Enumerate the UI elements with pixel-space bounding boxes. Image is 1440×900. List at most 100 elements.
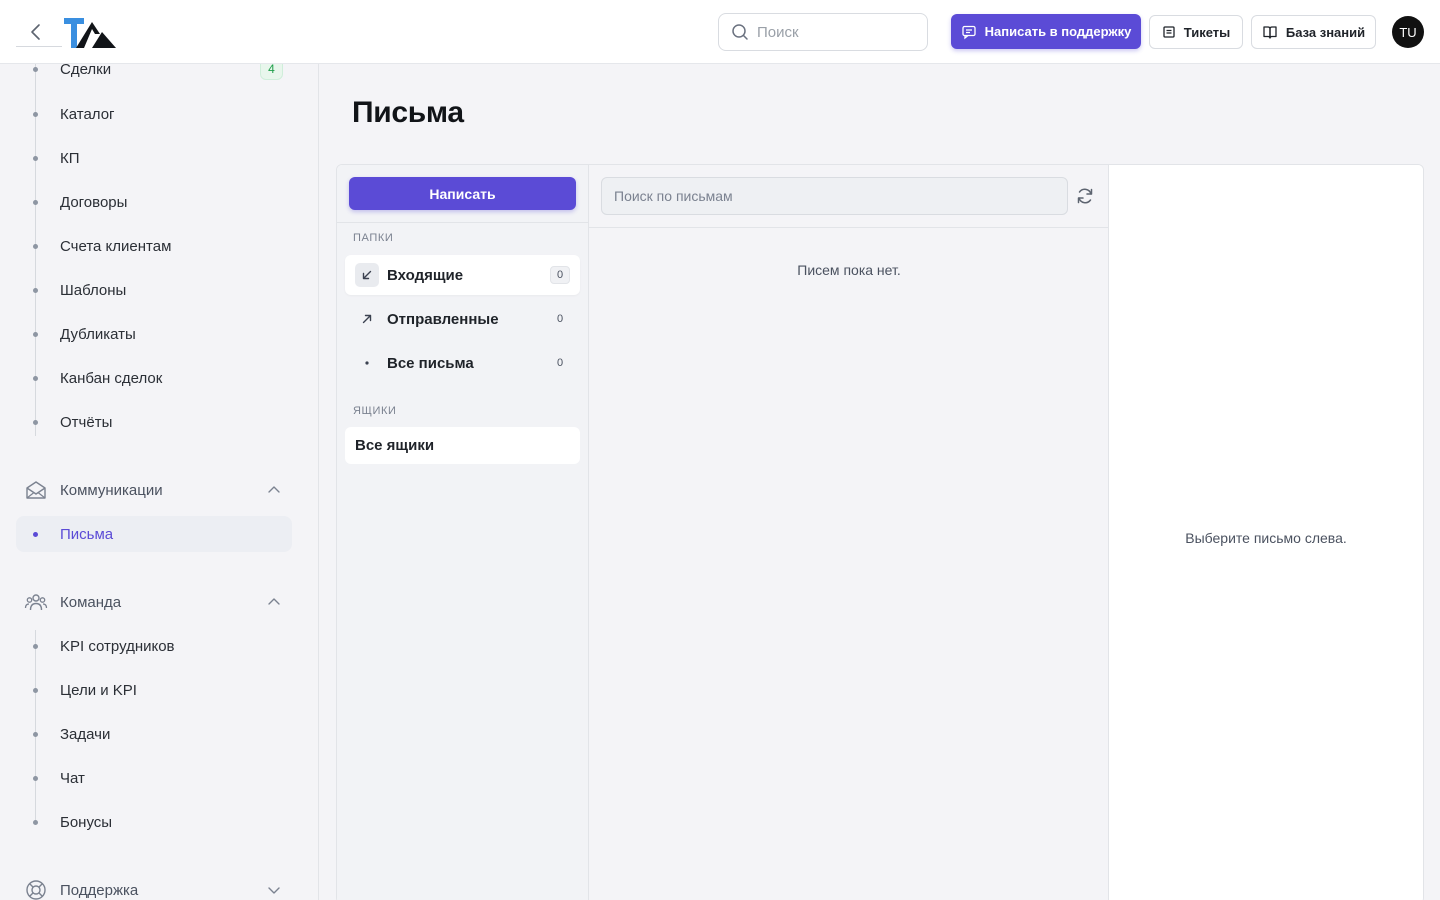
bullet-icon (33, 243, 38, 249)
bullet-icon (33, 687, 38, 693)
global-search[interactable] (718, 13, 928, 51)
sidebar-item-label: Чат (60, 769, 85, 787)
knowledge-base-label: База знаний (1285, 24, 1366, 40)
sidebar-item-letters[interactable]: Письма (16, 516, 292, 552)
company-logo[interactable] (62, 14, 118, 50)
sidebar-item-catalog[interactable]: Каталог (0, 96, 300, 132)
letters-list-column: Писем пока нет. (589, 165, 1109, 900)
search-input[interactable] (757, 23, 907, 41)
sidebar-item-label: Сделки (60, 64, 112, 78)
folder-label: Отправленные (387, 310, 499, 328)
book-icon (1263, 26, 1277, 39)
user-avatar[interactable]: TU (1392, 16, 1424, 48)
folders-section-label: ПАПКИ (353, 232, 394, 244)
arrow-up-right-icon (355, 307, 379, 331)
bullet-icon (33, 643, 38, 649)
sidebar-item-tasks[interactable]: Задачи (0, 716, 300, 752)
folder-count: 0 (550, 266, 570, 284)
sidebar-item-label: Канбан сделок (60, 369, 163, 387)
sidebar-item-kp[interactable]: КП (0, 140, 300, 176)
sidebar-item-bonuses[interactable]: Бонусы (0, 804, 300, 840)
write-to-support-button[interactable]: Написать в поддержку (951, 14, 1141, 49)
knowledge-base-button[interactable]: База знаний (1251, 15, 1376, 49)
sidebar-item-templates[interactable]: Шаблоны (0, 272, 300, 308)
sidebar-item-label: Шаблоны (60, 281, 127, 299)
folder-inbox[interactable]: Входящие 0 (345, 255, 580, 295)
count-badge: 4 (260, 64, 283, 80)
sidebar-group-label: Поддержка (60, 881, 139, 899)
search-icon (732, 24, 748, 40)
sidebar-item-label: Бонусы (60, 813, 113, 831)
folder-sent[interactable]: Отправленные 0 (345, 299, 580, 339)
letters-search-input[interactable] (614, 188, 1054, 204)
divider (589, 227, 1109, 228)
empty-preview-message: Выберите письмо слева. (1185, 530, 1347, 546)
divider (16, 46, 62, 47)
sidebar-item-label: Задачи (60, 725, 111, 743)
chevron-left-icon (31, 24, 40, 40)
sidebar-item-contracts[interactable]: Договоры (0, 184, 300, 220)
sidebar-group-label: Команда (60, 593, 122, 611)
sidebar-item-label: Счета клиентам (60, 237, 172, 255)
chevron-up-icon (268, 598, 280, 605)
sidebar-item-employee-kpi[interactable]: KPI сотрудников (0, 628, 300, 664)
sidebar-item-goals-kpi[interactable]: Цели и KPI (0, 672, 300, 708)
refresh-icon[interactable] (1075, 186, 1095, 206)
sidebar: Сделки 4 Каталог КП Договоры Счета клиен… (0, 64, 319, 900)
write-to-support-label: Написать в поддержку (984, 24, 1132, 39)
letter-preview-column: Выберите письмо слева. (1109, 165, 1423, 900)
chevron-down-icon (268, 887, 280, 894)
bullet-icon (33, 775, 38, 781)
lifebuoy-icon (26, 880, 46, 900)
sidebar-item-chat[interactable]: Чат (0, 760, 300, 796)
bullet-icon (33, 287, 38, 293)
folder-label: Входящие (387, 266, 464, 284)
sidebar-item-label: Дубликаты (60, 325, 136, 343)
divider (337, 222, 589, 223)
sidebar-group-label: Коммуникации (60, 481, 163, 499)
sidebar-item-label: Письма (60, 525, 114, 543)
folder-all[interactable]: Все письма 0 (345, 343, 580, 383)
bullet-icon (33, 731, 38, 737)
sidebar-item-label: KPI сотрудников (60, 637, 175, 655)
bullet-icon (33, 531, 38, 537)
tickets-label: Тикеты (1183, 24, 1231, 40)
sidebar-item-deals[interactable]: Сделки 4 (0, 64, 300, 87)
bullet-icon (33, 419, 38, 425)
sidebar-group-communications[interactable]: Коммуникации (0, 470, 300, 510)
chevron-up-icon (268, 486, 280, 493)
mailbox-all[interactable]: Все ящики (345, 427, 580, 464)
bullet-icon (33, 331, 38, 337)
ticket-icon (1163, 26, 1175, 38)
users-icon (24, 594, 48, 611)
sidebar-item-label: Цели и KPI (60, 681, 137, 699)
bullet-icon (33, 375, 38, 381)
page-title: Письма (352, 96, 464, 129)
bullet-icon (33, 111, 38, 117)
sidebar-item-label: Отчёты (60, 413, 113, 431)
sidebar-item-duplicates[interactable]: Дубликаты (0, 316, 300, 352)
sidebar-item-label: Каталог (60, 105, 115, 123)
sidebar-group-support[interactable]: Поддержка (0, 870, 300, 900)
letters-search[interactable] (601, 177, 1068, 215)
sidebar-group-team[interactable]: Команда (0, 582, 300, 622)
bullet-icon (33, 155, 38, 161)
mail-panel: Написать ПАПКИ Входящие 0 Отправленные 0… (336, 164, 1424, 900)
bullet-icon (33, 199, 38, 205)
tickets-button[interactable]: Тикеты (1149, 15, 1243, 49)
compose-button[interactable]: Написать (349, 177, 576, 210)
sidebar-item-label: Договоры (60, 193, 128, 211)
sidebar-item-invoices[interactable]: Счета клиентам (0, 228, 300, 264)
mailboxes-section-label: ЯЩИКИ (353, 405, 397, 417)
sidebar-item-deals-kanban[interactable]: Канбан сделок (0, 360, 300, 396)
bullet-icon (33, 819, 38, 825)
sidebar-item-reports[interactable]: Отчёты (0, 404, 300, 440)
top-bar: Написать в поддержку Тикеты База знаний … (0, 0, 1440, 64)
bullet-icon (33, 66, 38, 72)
chat-icon (961, 25, 976, 39)
empty-list-message: Писем пока нет. (797, 262, 901, 278)
envelope-open-icon (26, 481, 46, 499)
folder-count: 0 (556, 313, 564, 325)
folder-label: Все письма (387, 354, 474, 372)
folders-column: Написать ПАПКИ Входящие 0 Отправленные 0… (337, 165, 589, 900)
